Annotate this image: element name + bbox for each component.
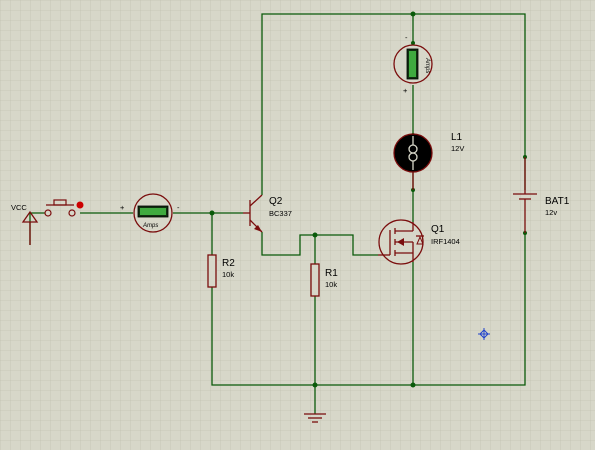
r1-value: 10k bbox=[325, 280, 337, 289]
bat1-ref: BAT1 bbox=[545, 196, 570, 207]
l1-ref: L1 bbox=[451, 132, 463, 143]
ammeter-main-unit: Amps bbox=[142, 223, 158, 229]
junction-ground-r1 bbox=[312, 382, 318, 388]
r2-ref: R2 bbox=[222, 258, 235, 269]
r2-value: 10k bbox=[222, 270, 234, 279]
q2-part: BC337 bbox=[269, 209, 292, 218]
junction-base bbox=[209, 210, 215, 216]
schematic-svg: VCC Amps + - Amps + - Q2 BC337 R2 10k R1… bbox=[0, 0, 595, 450]
vcc-label: VCC bbox=[11, 203, 27, 212]
junction-ground-source bbox=[410, 382, 416, 388]
switch-state-led bbox=[76, 201, 84, 209]
r1-ref: R1 bbox=[325, 268, 338, 279]
q1-part: IRF1404 bbox=[431, 237, 460, 246]
ammeter-top-plus: + bbox=[403, 86, 408, 95]
bat1-value: 12v bbox=[545, 208, 557, 217]
q2-ref: Q2 bbox=[269, 196, 283, 207]
ammeter-top-unit: Amps bbox=[424, 57, 430, 73]
grid bbox=[0, 0, 595, 450]
q1-ref: Q1 bbox=[431, 224, 445, 235]
junction-gate bbox=[312, 232, 318, 238]
l1-value: 12V bbox=[451, 144, 464, 153]
schematic-canvas[interactable]: VCC Amps + - Amps + - Q2 BC337 R2 10k R1… bbox=[0, 0, 595, 450]
junction-top bbox=[410, 11, 416, 17]
ammeter-main-plus: + bbox=[120, 203, 125, 212]
